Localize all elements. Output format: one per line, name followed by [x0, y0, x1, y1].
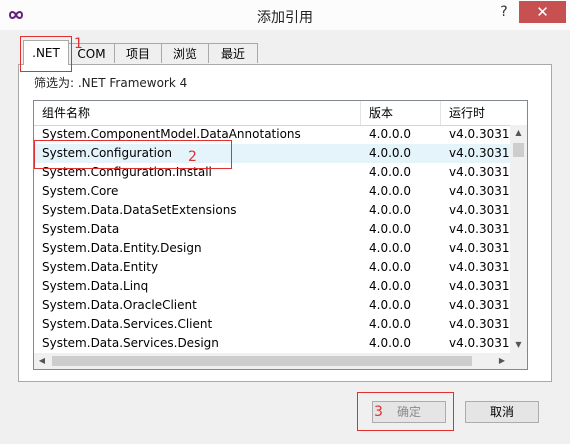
component-runtime: v4.0.30319 [449, 279, 510, 293]
column-header-name[interactable]: 组件名称 [34, 101, 361, 125]
column-header-version[interactable]: 版本 [361, 101, 441, 125]
vertical-scrollbar[interactable]: ▲ ▼ [510, 125, 527, 353]
vertical-scroll-thumb[interactable] [513, 143, 524, 157]
tab-recent[interactable]: 最近 [208, 43, 258, 63]
component-name: System.Data.Entity [42, 260, 159, 274]
list-item[interactable]: System.Data 4.0.0.0 v4.0.30319 [34, 220, 510, 239]
component-version: 4.0.0.0 [369, 146, 411, 160]
list-item[interactable]: System.Data.Entity.Design 4.0.0.0 v4.0.3… [34, 239, 510, 258]
column-header-runtime[interactable]: 运行时 [441, 101, 527, 125]
component-version: 4.0.0.0 [369, 127, 411, 141]
component-name: System.Data [42, 222, 120, 236]
component-version: 4.0.0.0 [369, 298, 411, 312]
component-runtime: v4.0.30319 [449, 298, 510, 312]
horizontal-scrollbar[interactable]: ◀ ▶ [34, 353, 510, 369]
component-runtime: v4.0.30319 [449, 184, 510, 198]
component-name: System.Core [42, 184, 119, 198]
component-version: 4.0.0.0 [369, 184, 411, 198]
scroll-up-icon[interactable]: ▲ [510, 125, 527, 141]
component-name: System.Data.OracleClient [42, 298, 197, 312]
component-name: System.Configuration.Install [42, 165, 212, 179]
component-version: 4.0.0.0 [369, 203, 411, 217]
scroll-right-icon[interactable]: ▶ [494, 353, 510, 369]
component-version: 4.0.0.0 [369, 222, 411, 236]
scroll-left-icon[interactable]: ◀ [34, 353, 50, 369]
list-header: 组件名称 版本 运行时 [34, 101, 527, 126]
ok-button[interactable]: 确定 [372, 401, 446, 423]
tab-projects[interactable]: 项目 [114, 43, 162, 63]
tab-com[interactable]: COM [68, 43, 115, 63]
component-name: System.Data.DataSetExtensions [42, 203, 237, 217]
component-name: System.Data.Entity.Design [42, 241, 202, 255]
component-name: System.ComponentModel.DataAnnotations [42, 127, 301, 141]
list-item[interactable]: System.Data.Services.Client 4.0.0.0 v4.0… [34, 315, 510, 334]
help-button[interactable]: ? [495, 3, 513, 21]
component-runtime: v4.0.30319 [449, 241, 510, 255]
window-title: 添加引用 [257, 10, 313, 26]
filter-label: 筛选为: .NET Framework 4 [34, 76, 188, 90]
component-runtime: v4.0.30319 [449, 165, 510, 179]
component-name: System.Data.Linq [42, 279, 149, 293]
component-runtime: v4.0.30319 [449, 203, 510, 217]
list-item[interactable]: System.Core 4.0.0.0 v4.0.30319 [34, 182, 510, 201]
component-version: 4.0.0.0 [369, 260, 411, 274]
component-version: 4.0.0.0 [369, 317, 411, 331]
component-runtime: v4.0.30319 [449, 260, 510, 274]
component-version: 4.0.0.0 [369, 241, 411, 255]
component-runtime: v4.0.30319 [449, 127, 510, 141]
list-item[interactable]: System.ComponentModel.DataAnnotations 4.… [34, 125, 510, 144]
list-item[interactable]: System.Data.Entity 4.0.0.0 v4.0.30319 [34, 258, 510, 277]
component-version: 4.0.0.0 [369, 336, 411, 350]
close-button[interactable]: ✕ [519, 1, 566, 23]
title-bar: 添加引用 ? ✕ [0, 0, 570, 30]
list-item[interactable]: System.Data.Linq 4.0.0.0 v4.0.30319 [34, 277, 510, 296]
scroll-down-icon[interactable]: ▼ [510, 337, 527, 353]
list-item[interactable]: System.Configuration.Install 4.0.0.0 v4.… [34, 163, 510, 182]
component-list[interactable]: 组件名称 版本 运行时 System.ComponentModel.DataAn… [33, 100, 528, 370]
horizontal-scroll-thumb[interactable] [52, 356, 472, 366]
list-rows: System.ComponentModel.DataAnnotations 4.… [34, 125, 510, 353]
component-version: 4.0.0.0 [369, 165, 411, 179]
list-item[interactable]: System.Data.OracleClient 4.0.0.0 v4.0.30… [34, 296, 510, 315]
cancel-button[interactable]: 取消 [465, 401, 539, 423]
component-name: System.Data.Services.Design [42, 336, 219, 350]
list-item[interactable]: System.Data.Services.Design 4.0.0.0 v4.0… [34, 334, 510, 353]
component-runtime: v4.0.30319 [449, 146, 510, 160]
component-runtime: v4.0.30319 [449, 336, 510, 350]
component-name: System.Configuration [42, 146, 172, 160]
tab-browse[interactable]: 浏览 [161, 43, 209, 63]
scrollbar-corner [510, 353, 527, 369]
list-item[interactable]: System.Data.DataSetExtensions 4.0.0.0 v4… [34, 201, 510, 220]
tab-dotnet[interactable]: .NET [23, 40, 69, 65]
component-version: 4.0.0.0 [369, 279, 411, 293]
component-name: System.Data.Services.Client [42, 317, 213, 331]
component-runtime: v4.0.30319 [449, 317, 510, 331]
component-runtime: v4.0.30319 [449, 222, 510, 236]
list-item-selected[interactable]: System.Configuration 4.0.0.0 v4.0.30319 [34, 144, 510, 163]
